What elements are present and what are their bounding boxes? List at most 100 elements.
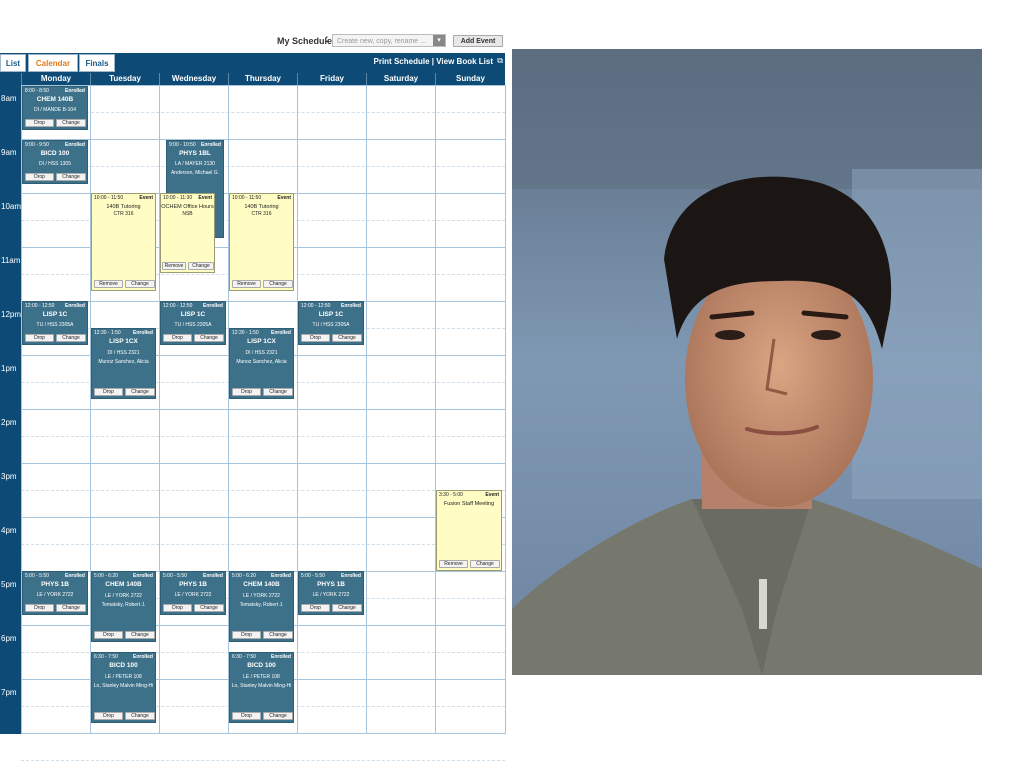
event-time: 6:30 - 7:50	[232, 654, 256, 660]
drop-button[interactable]: Drop	[25, 119, 54, 127]
half-hour-gridline	[21, 166, 505, 167]
drop-button[interactable]: Drop	[25, 604, 54, 612]
change-button[interactable]: Change	[56, 334, 86, 342]
event-time: 5:00 - 6:20	[232, 573, 256, 579]
course-block-phys-1b[interactable]: 5:00 - 5:50 Enrolled PHYS 1B LE / YORK 2…	[298, 571, 364, 615]
hour-label: 11am	[1, 256, 21, 265]
change-button[interactable]: Change	[263, 280, 293, 288]
change-button[interactable]: Change	[56, 119, 86, 127]
day-monday: Monday	[21, 73, 90, 85]
remove-button[interactable]: Remove	[94, 280, 123, 288]
event-time: 10:00 - 11:30	[163, 195, 193, 201]
event-instructor: Tematsky, Robert J.	[101, 602, 146, 608]
course-block-bicd-100[interactable]: 9:00 - 9:50 Enrolled BICD 100 DI / HSS 1…	[22, 140, 88, 184]
event-status: Enrolled	[132, 573, 153, 579]
change-button[interactable]: Change	[125, 712, 155, 720]
view-tabbar: List Calendar Finals Print Schedule | Vi…	[0, 53, 505, 73]
change-button[interactable]: Change	[332, 604, 362, 612]
event-title: OCHEM Office Hours	[161, 204, 214, 210]
event-title: BICD 100	[109, 662, 138, 669]
change-button[interactable]: Change	[263, 712, 293, 720]
change-button[interactable]: Change	[125, 280, 155, 288]
drop-button[interactable]: Drop	[25, 334, 54, 342]
my-schedule-label: My Schedule	[277, 36, 333, 46]
course-block-phys-1b[interactable]: 5:00 - 5:50 Enrolled PHYS 1B LE / YORK 2…	[160, 571, 226, 615]
drop-button[interactable]: Drop	[232, 712, 261, 720]
event-block-tutoring[interactable]: 10:00 - 11:50 Event 140B Tutoring CTR 31…	[229, 193, 294, 291]
course-block-bicd-100[interactable]: 6:30 - 7:50 Enrolled BICD 100 LE / PETER…	[229, 652, 294, 723]
drop-button[interactable]: Drop	[163, 604, 192, 612]
course-block-bicd-100[interactable]: 6:30 - 7:50 Enrolled BICD 100 LE / PETER…	[91, 652, 156, 723]
drop-button[interactable]: Drop	[94, 388, 123, 396]
external-link-icon[interactable]: ⧉	[497, 56, 503, 66]
event-time: 5:00 - 6:20	[94, 573, 118, 579]
change-button[interactable]: Change	[194, 604, 224, 612]
tab-list[interactable]: List	[0, 54, 26, 72]
change-button[interactable]: Change	[188, 262, 214, 270]
day-tuesday: Tuesday	[90, 73, 159, 85]
drop-button[interactable]: Drop	[232, 388, 261, 396]
event-block-tutoring[interactable]: 10:00 - 11:50 Event 140B Tutoring CTR 31…	[91, 193, 156, 291]
event-location: DI / HSS 1305	[39, 161, 71, 167]
change-button[interactable]: Change	[332, 334, 362, 342]
drop-button[interactable]: Drop	[25, 173, 54, 181]
half-hour-gridline	[21, 112, 505, 113]
event-block-ochem-office-hours[interactable]: 10:00 - 11:30 Event OCHEM Office Hours N…	[160, 193, 215, 273]
day-thursday: Thursday	[228, 73, 297, 85]
remove-button[interactable]: Remove	[232, 280, 261, 288]
event-status: Enrolled	[270, 654, 291, 660]
change-button[interactable]: Change	[263, 388, 293, 396]
course-block-lisp-1cx[interactable]: 12:30 - 1:50 Enrolled LISP 1CX DI / HSS …	[91, 328, 156, 399]
day-gridline	[159, 85, 160, 734]
calendar-grid: 8am 9am 10am 11am 12pm 1pm 2pm 3pm 4pm 5…	[0, 85, 506, 761]
drop-button[interactable]: Drop	[301, 334, 330, 342]
event-location: CTR 316	[113, 211, 134, 217]
event-instructor: Tematsky, Robert J.	[239, 602, 284, 608]
schedule-select[interactable]: Create new, copy, rename ... ▾	[332, 34, 446, 47]
change-button[interactable]: Change	[470, 560, 500, 568]
view-book-list-link[interactable]: View Book List	[436, 57, 493, 66]
schedule-toolbar: My Schedule: Create new, copy, rename ..…	[0, 34, 510, 50]
course-block-chem-140b[interactable]: 5:00 - 6:20 Enrolled CHEM 140B LE / YORK…	[91, 571, 156, 642]
day-gridline	[366, 85, 367, 734]
change-button[interactable]: Change	[263, 631, 293, 639]
change-button[interactable]: Change	[56, 173, 86, 181]
remove-button[interactable]: Remove	[439, 560, 468, 568]
remove-button[interactable]: Remove	[162, 262, 186, 270]
event-title: LISP 1CX	[109, 338, 138, 345]
event-location: LE / YORK 2722	[243, 593, 280, 599]
drop-button[interactable]: Drop	[94, 712, 123, 720]
course-block-phys-1b[interactable]: 5:00 - 5:50 Enrolled PHYS 1B LE / YORK 2…	[22, 571, 88, 615]
course-block-lisp-1c[interactable]: 12:00 - 12:50 Enrolled LISP 1C TU / HSS …	[298, 301, 364, 345]
add-event-button[interactable]: Add Event	[453, 35, 503, 47]
event-title: PHYS 1B	[41, 581, 69, 588]
event-location: DI / HSS 2321	[245, 350, 278, 356]
event-status: Enrolled	[64, 142, 85, 148]
course-block-lisp-1cx[interactable]: 12:30 - 1:50 Enrolled LISP 1CX DI / HSS …	[229, 328, 294, 399]
half-hour-gridline	[21, 490, 505, 491]
drop-button[interactable]: Drop	[301, 604, 330, 612]
event-time: 10:00 - 11:50	[232, 195, 262, 201]
event-location: LE / PETER 108	[243, 674, 280, 680]
chevron-down-icon[interactable]: ▾	[433, 35, 445, 46]
event-location: LE / PETER 108	[105, 674, 142, 680]
change-button[interactable]: Change	[194, 334, 224, 342]
course-block-chem-140b[interactable]: 8:00 - 8:50 Enrolled CHEM 140B DI / MAND…	[22, 86, 88, 130]
change-button[interactable]: Change	[56, 604, 86, 612]
course-block-lisp-1c[interactable]: 12:00 - 12:50 Enrolled LISP 1C TU / HSS …	[160, 301, 226, 345]
tab-calendar[interactable]: Calendar	[28, 54, 78, 72]
drop-button[interactable]: Drop	[232, 631, 261, 639]
drop-button[interactable]: Drop	[163, 334, 192, 342]
change-button[interactable]: Change	[125, 631, 155, 639]
drop-button[interactable]: Drop	[94, 631, 123, 639]
print-schedule-link[interactable]: Print Schedule	[374, 57, 430, 66]
course-block-chem-140b[interactable]: 5:00 - 6:20 Enrolled CHEM 140B LE / YORK…	[229, 571, 294, 642]
event-status: Event	[139, 195, 153, 201]
event-title: Fusion Staff Meeting	[443, 501, 495, 507]
event-status: Enrolled	[64, 88, 85, 94]
tab-finals[interactable]: Finals	[79, 54, 115, 72]
event-time: 12:00 - 12:50	[301, 303, 331, 309]
change-button[interactable]: Change	[125, 388, 155, 396]
event-block-fusion-staff-meeting[interactable]: 3:30 - 5:00 Event Fusion Staff Meeting R…	[436, 490, 502, 571]
course-block-lisp-1c[interactable]: 12:00 - 12:50 Enrolled LISP 1C TU / HSS …	[22, 301, 88, 345]
